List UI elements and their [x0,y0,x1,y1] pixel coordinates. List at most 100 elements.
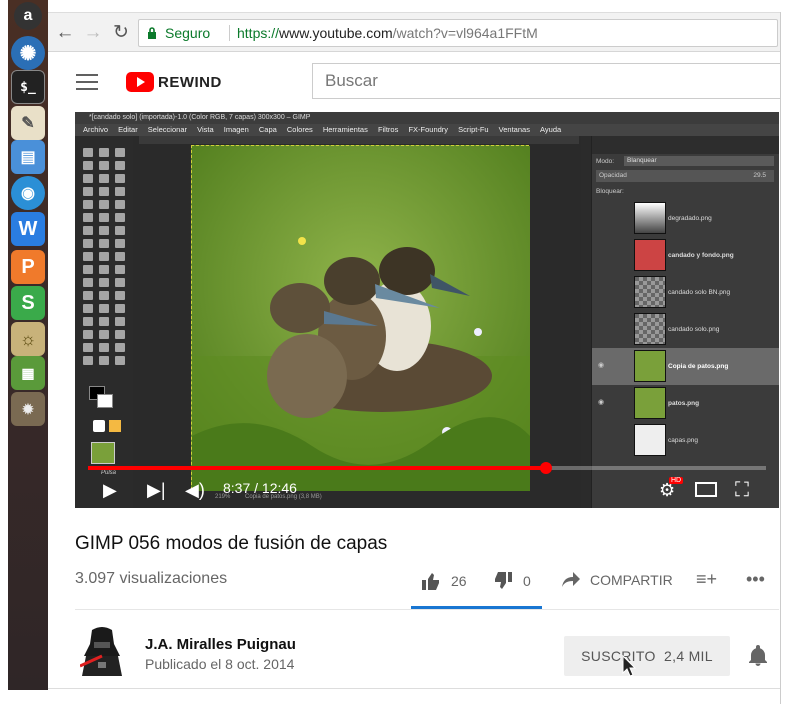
layer-row[interactable]: candado solo BN.png [592,274,779,311]
gimp-tool-icon[interactable] [99,200,109,209]
address-bar[interactable]: Seguro https://www.youtube.com/watch?v=v… [138,19,778,47]
gimp-tool-icon[interactable] [99,213,109,222]
gimp-tool-icon[interactable] [83,304,93,313]
like-button[interactable]: 26 [421,572,467,590]
gimp-tool-icon[interactable] [83,213,93,222]
reload-icon[interactable]: ↻ [110,22,132,44]
search-input[interactable]: Buscar [312,63,782,99]
gimp-tool-icon[interactable] [83,278,93,287]
gimp-tool-icon[interactable] [83,343,93,352]
gimp-tool-icon[interactable] [115,291,125,300]
forward-arrow-icon[interactable]: → [82,22,104,44]
gimp-icon[interactable]: ✹ [11,392,45,426]
gimp-tool-icon[interactable] [99,265,109,274]
gimp-tool-icon[interactable] [99,278,109,287]
gimp-tool-icon[interactable] [99,330,109,339]
gimp-tool-icon[interactable] [115,278,125,287]
window-bottom-edge [48,688,780,704]
gimp-tool-icon[interactable] [83,291,93,300]
gimp-tool-icon[interactable] [83,252,93,261]
gimp-tool-icon[interactable] [83,265,93,274]
channel-avatar[interactable] [79,626,124,678]
visibility-eye-icon[interactable]: ◉ [598,361,604,369]
play-icon[interactable]: ▶ [103,480,117,500]
gimp-menu-item: Editar [118,125,138,134]
gimp-tool-icon[interactable] [83,187,93,196]
photo-viewer-icon[interactable]: ▦ [11,356,45,390]
layer-row-selected[interactable]: ◉ Copia de patos.png [592,348,779,385]
writer-icon[interactable]: W [11,212,45,246]
amazon-icon[interactable]: a [14,2,42,30]
notification-bell-icon[interactable] [746,644,770,668]
channel-name[interactable]: J.A. Miralles Puignau [145,636,296,653]
gimp-tool-icon[interactable] [99,187,109,196]
dislike-button[interactable]: 0 [493,572,531,590]
gimp-tool-icon[interactable] [99,317,109,326]
gimp-tool-icon[interactable] [99,252,109,261]
gimp-tool-icon[interactable] [115,317,125,326]
next-icon[interactable]: ▶| [147,480,166,500]
settings-wheel-icon[interactable]: ✺ [11,36,45,70]
visibility-eye-icon[interactable]: ◉ [598,398,604,406]
files-icon[interactable]: ▤ [11,140,45,174]
gimp-tool-icon[interactable] [99,226,109,235]
gimp-tool-icon[interactable] [99,174,109,183]
gimp-tool-icon[interactable] [115,252,125,261]
hamburger-menu-icon[interactable] [76,74,98,90]
mode-select[interactable]: Blanquear [624,156,774,166]
brightness-icon[interactable]: ☼ [11,322,45,356]
back-arrow-icon[interactable]: ← [54,22,76,44]
gimp-tool-icon[interactable] [83,226,93,235]
layer-row[interactable]: ◉ patos.png [592,385,779,422]
gimp-menu-item: Herramientas [322,125,368,134]
gimp-tool-icon[interactable] [99,343,109,352]
gimp-tool-icon[interactable] [83,174,93,183]
gimp-tool-icon[interactable] [115,265,125,274]
gimp-tool-icon[interactable] [99,356,109,365]
layer-row[interactable]: capas.png [592,422,779,459]
add-to-playlist-icon[interactable]: ≡+ [696,569,717,590]
text-editor-icon[interactable]: ✎ [11,106,45,140]
gimp-tool-icon[interactable] [99,291,109,300]
terminal-icon[interactable]: $_ [11,70,45,104]
gimp-tool-icon[interactable] [83,317,93,326]
gimp-tool-icon[interactable] [115,213,125,222]
opacity-slider[interactable]: Opacidad 29.5 [596,170,774,182]
chrome-browser-icon[interactable]: ◉ [11,176,45,210]
gimp-tool-icon[interactable] [115,304,125,313]
gimp-tool-icon[interactable] [115,148,125,157]
gimp-tool-icon[interactable] [115,356,125,365]
gimp-tool-icon[interactable] [83,200,93,209]
share-button[interactable]: COMPARTIR [562,572,673,588]
gimp-tool-icon[interactable] [115,239,125,248]
gimp-tool-icon[interactable] [115,343,125,352]
layer-row[interactable]: candado solo.png [592,311,779,348]
gimp-tool-icon[interactable] [115,174,125,183]
gimp-tool-icon[interactable] [83,148,93,157]
gimp-tool-icon[interactable] [115,161,125,170]
more-options-icon[interactable]: ••• [746,569,765,590]
gimp-tool-icon[interactable] [83,239,93,248]
gimp-tool-icon[interactable] [99,239,109,248]
gimp-tool-icon[interactable] [99,148,109,157]
gimp-tool-icon[interactable] [83,161,93,170]
presentation-icon[interactable]: P [11,250,45,284]
video-player[interactable]: *[candado solo] (importada)-1.0 (Color R… [75,112,779,508]
gimp-tool-icon[interactable] [83,356,93,365]
gimp-tool-icon[interactable] [115,330,125,339]
gimp-tool-icon[interactable] [115,187,125,196]
spreadsheet-icon[interactable]: S [11,286,45,320]
progress-bar[interactable] [88,462,766,474]
gimp-tool-icon[interactable] [83,330,93,339]
fullscreen-icon[interactable]: ⛶ [735,480,749,500]
layer-row[interactable]: degradado.png [592,200,779,237]
gimp-tool-icon[interactable] [115,226,125,235]
volume-icon[interactable]: ◀) [185,480,205,500]
layer-row[interactable]: candado y fondo.png [592,237,779,274]
gimp-tool-icon[interactable] [99,161,109,170]
subscribe-button[interactable]: SUSCRITO 2,4 MIL [564,636,730,676]
gimp-tool-icon[interactable] [99,304,109,313]
gimp-tool-icon[interactable] [115,200,125,209]
youtube-logo[interactable]: REWIND [126,71,222,93]
theater-mode-icon[interactable] [695,482,717,497]
